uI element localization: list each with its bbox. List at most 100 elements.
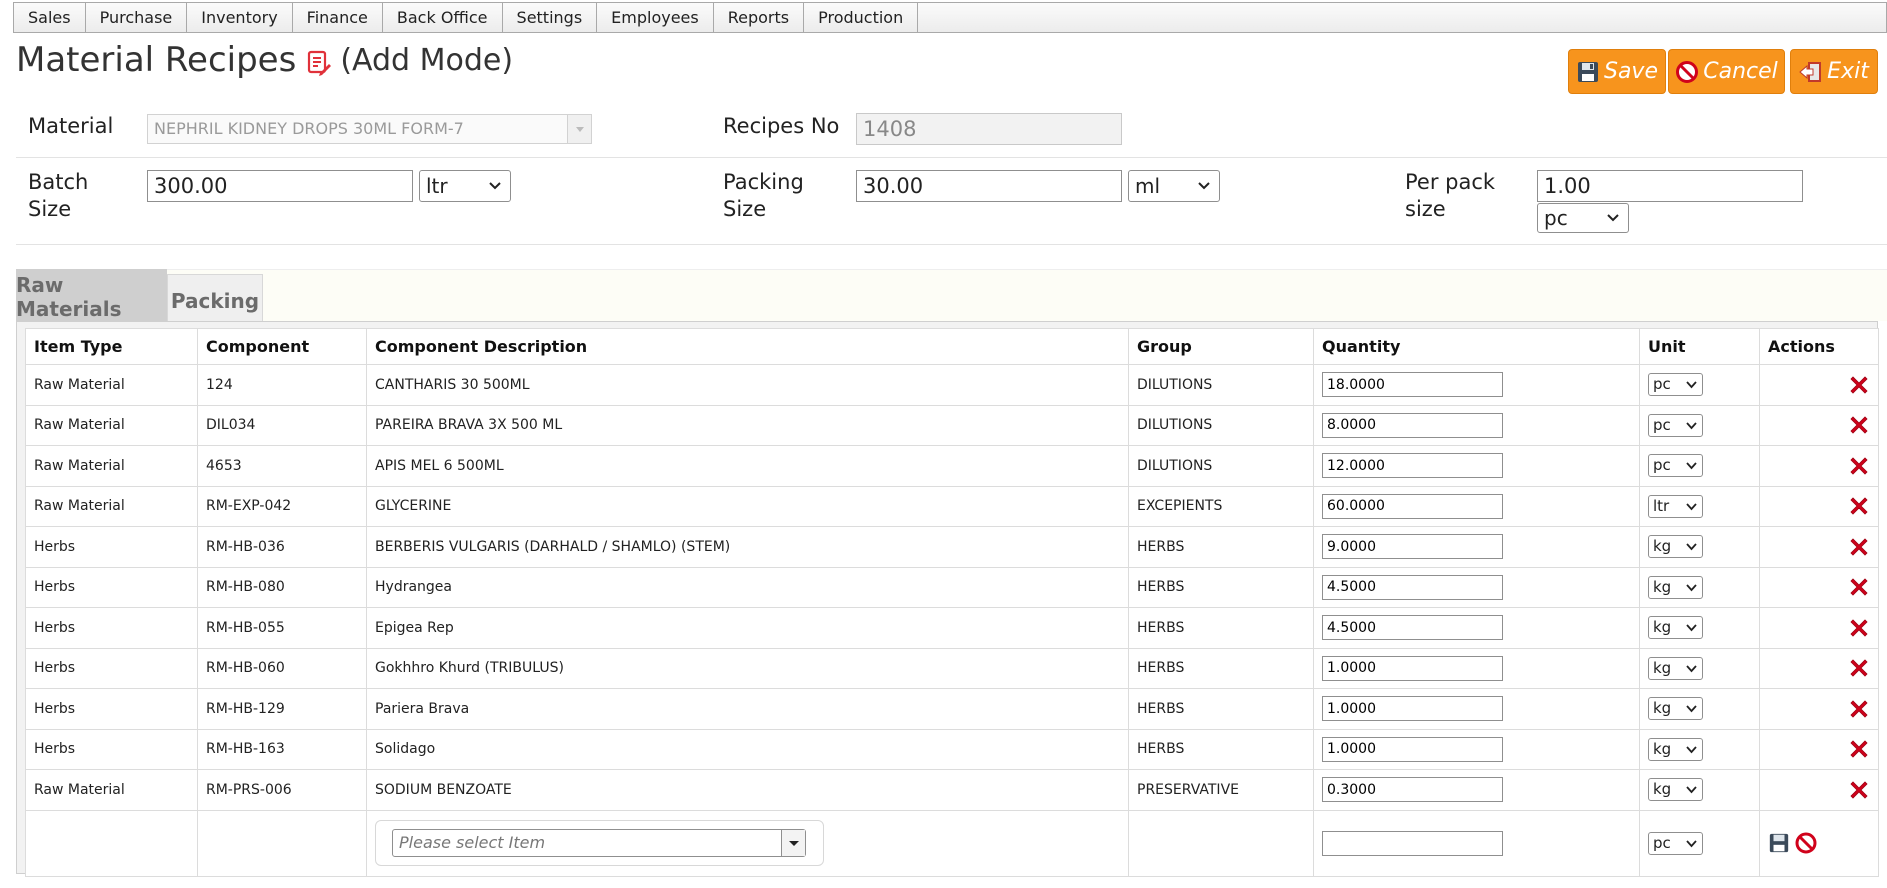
tab-raw-materials[interactable]: Raw Materials <box>16 269 167 328</box>
save-button[interactable]: Save <box>1568 49 1666 94</box>
cell-quantity <box>1313 526 1640 568</box>
cell-component: RM-HB-036 <box>197 526 367 568</box>
unit-select[interactable]: kg <box>1648 656 1703 680</box>
quantity-input[interactable] <box>1322 534 1503 560</box>
components-grid: Item Type Component Component Descriptio… <box>16 321 1879 877</box>
main-menu: Sales Purchase Inventory Finance Back Office… <box>13 2 919 33</box>
edit-document-icon <box>306 46 332 76</box>
unit-select[interactable]: kg <box>1648 616 1703 640</box>
new-row-unit-select[interactable]: pc <box>1648 831 1703 855</box>
table-row: HerbsRM-HB-080HydrangeaHERBS kg <box>25 566 1879 608</box>
unit-select[interactable]: pc <box>1648 373 1703 397</box>
cell-description: Epigea Rep <box>366 607 1129 649</box>
unit-value: pc <box>1653 415 1671 434</box>
cancel-button[interactable]: Cancel <box>1668 49 1785 94</box>
cell-group: PRESERVATIVE <box>1128 769 1314 811</box>
material-select[interactable]: NEPHRIL KIDNEY DROPS 30ML FORM-7 <box>147 114 592 144</box>
delete-icon[interactable] <box>1848 374 1870 396</box>
menu-item-sales[interactable]: Sales <box>14 3 86 32</box>
per-pack-size-field[interactable] <box>1537 170 1803 202</box>
delete-icon[interactable] <box>1848 536 1870 558</box>
cell-quantity <box>1313 485 1640 527</box>
page-title: Material Recipes (Add Mode) <box>16 40 513 80</box>
menu-item-inventory[interactable]: Inventory <box>187 3 293 32</box>
quantity-input[interactable] <box>1322 777 1503 803</box>
delete-icon[interactable] <box>1848 698 1870 720</box>
unit-value: kg <box>1653 739 1672 758</box>
per-pack-unit-select[interactable]: pc <box>1537 203 1629 233</box>
delete-icon[interactable] <box>1848 657 1870 679</box>
unit-value: kg <box>1653 699 1672 718</box>
menu-item-reports[interactable]: Reports <box>714 3 805 32</box>
new-row-quantity-input[interactable] <box>1322 830 1503 856</box>
unit-select[interactable]: pc <box>1648 454 1703 478</box>
packing-size-field[interactable] <box>856 170 1122 202</box>
delete-icon[interactable] <box>1848 617 1870 639</box>
batch-size-field[interactable] <box>147 170 413 202</box>
cell-quantity <box>1313 647 1640 689</box>
quantity-input[interactable] <box>1322 453 1503 479</box>
delete-icon[interactable] <box>1848 455 1870 477</box>
cell-unit: pc <box>1639 364 1760 406</box>
new-row-component-cell <box>197 809 367 877</box>
quantity-input[interactable] <box>1322 412 1503 438</box>
unit-select[interactable]: pc <box>1648 413 1703 437</box>
item-select[interactable]: Please select Item <box>392 829 806 857</box>
cell-actions <box>1759 566 1879 608</box>
new-component-row: Please select Item pc <box>25 809 1879 877</box>
per-pack-size-label-line2: size <box>1405 197 1446 221</box>
material-select-value: NEPHRIL KIDNEY DROPS 30ML FORM-7 <box>154 119 464 138</box>
per-pack-unit-value: pc <box>1544 206 1568 230</box>
item-select-wrapper: Please select Item <box>375 820 824 866</box>
chevron-down-icon <box>1686 624 1697 632</box>
quantity-input[interactable] <box>1322 696 1503 722</box>
menu-item-back-office[interactable]: Back Office <box>383 3 503 32</box>
cell-item-type: Herbs <box>25 607 198 649</box>
unit-select[interactable]: kg <box>1648 778 1703 802</box>
delete-icon[interactable] <box>1848 779 1870 801</box>
table-row: Raw Material 4653 APIS MEL 6 500ML DILUTION… <box>25 445 1879 487</box>
packing-unit-select[interactable]: ml <box>1128 170 1220 202</box>
floppy-disk-icon[interactable] <box>1768 832 1790 854</box>
packing-size-label-line2: Size <box>723 197 767 221</box>
quantity-input[interactable] <box>1322 736 1503 762</box>
cell-actions <box>1759 404 1879 446</box>
unit-select[interactable]: kg <box>1648 697 1703 721</box>
recipes-no-field[interactable] <box>856 113 1122 145</box>
no-entry-icon[interactable] <box>1794 831 1818 855</box>
quantity-input[interactable] <box>1322 574 1503 600</box>
chevron-down-icon <box>1686 746 1697 754</box>
tab-packing[interactable]: Packing <box>167 274 263 328</box>
batch-unit-select[interactable]: ltr <box>419 170 511 202</box>
cell-item-type: Herbs <box>25 688 198 730</box>
menu-item-employees[interactable]: Employees <box>597 3 714 32</box>
menu-item-settings[interactable]: Settings <box>503 3 598 32</box>
unit-select[interactable]: ltr <box>1648 494 1703 518</box>
menu-item-purchase[interactable]: Purchase <box>86 3 188 32</box>
unit-value: ltr <box>1653 496 1670 515</box>
delete-icon[interactable] <box>1848 495 1870 517</box>
cell-component: DIL034 <box>197 404 367 446</box>
new-row-quantity-cell <box>1313 809 1640 877</box>
quantity-input[interactable] <box>1322 372 1503 398</box>
exit-door-icon <box>1799 61 1822 82</box>
cell-description: GLYCERINE <box>366 485 1129 527</box>
delete-icon[interactable] <box>1848 414 1870 436</box>
quantity-input[interactable] <box>1322 615 1503 641</box>
unit-select[interactable]: kg <box>1648 535 1703 559</box>
cell-component: RM-HB-060 <box>197 647 367 689</box>
column-header-quantity: Quantity <box>1313 328 1640 365</box>
unit-select[interactable]: kg <box>1648 737 1703 761</box>
table-header-row: Item Type Component Component Descriptio… <box>25 328 1879 365</box>
exit-button[interactable]: Exit <box>1790 49 1878 94</box>
unit-select[interactable]: kg <box>1648 575 1703 599</box>
quantity-input[interactable] <box>1322 655 1503 681</box>
menu-item-production[interactable]: Production <box>804 3 919 32</box>
delete-icon[interactable] <box>1848 576 1870 598</box>
quantity-input[interactable] <box>1322 493 1503 519</box>
menu-item-finance[interactable]: Finance <box>293 3 383 32</box>
column-header-component: Component <box>197 328 367 365</box>
cell-quantity <box>1313 688 1640 730</box>
delete-icon[interactable] <box>1848 738 1870 760</box>
item-select-arrow[interactable] <box>781 830 805 856</box>
